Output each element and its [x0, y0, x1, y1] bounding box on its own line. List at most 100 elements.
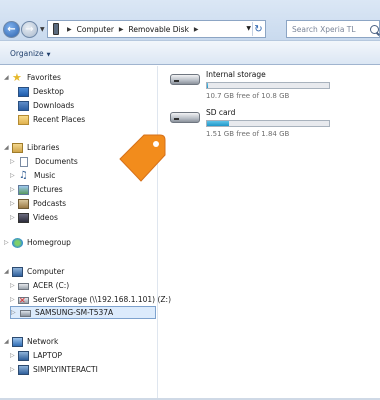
nav-label: Downloads: [33, 101, 75, 110]
chevron-down-icon: ▼: [46, 52, 51, 58]
collapse-arrow-icon[interactable]: ◢: [4, 338, 10, 345]
storage-usage-fill: [207, 121, 229, 126]
nav-label: Computer: [27, 267, 65, 276]
favorites-star-icon: ★: [12, 70, 22, 84]
device-icon: [53, 23, 59, 35]
podcasts-icon: [18, 198, 29, 209]
desktop-folder-icon: [18, 86, 29, 97]
storage-tile-sd-card[interactable]: SD card 1.51 GB free of 1.84 GB: [170, 108, 330, 138]
storage-usage-bar: [206, 82, 330, 89]
nav-label: Network: [27, 337, 59, 346]
expand-arrow-icon[interactable]: ▷: [10, 186, 16, 193]
nav-label: SAMSUNG-SM-T537A: [35, 308, 114, 317]
breadcrumb-computer[interactable]: Computer: [77, 25, 114, 34]
forward-arrow-icon: →: [25, 24, 34, 35]
documents-icon: [20, 156, 28, 167]
breadcrumb-removable-disk[interactable]: Removable Disk: [129, 25, 189, 34]
nav-item-podcasts[interactable]: ▷ Podcasts: [10, 197, 66, 210]
recent-places-icon: [18, 114, 29, 125]
nav-label: Homegroup: [27, 238, 71, 247]
network-icon: [12, 336, 23, 347]
expand-arrow-icon[interactable]: ▷: [10, 158, 16, 165]
storage-free-text: 10.7 GB free of 10.8 GB: [206, 92, 290, 100]
expand-arrow-icon[interactable]: ▷: [4, 239, 10, 246]
nav-item-music[interactable]: ▷ ♫ Music: [10, 169, 55, 182]
expand-arrow-icon[interactable]: ▷: [10, 172, 16, 179]
breadcrumb-separator-icon[interactable]: ▶: [194, 26, 199, 33]
expand-arrow-icon[interactable]: ▷: [10, 200, 16, 207]
nav-label: LAPTOP: [33, 351, 63, 360]
command-bar: Organize ▼: [0, 40, 380, 65]
expand-arrow-icon[interactable]: ▷: [11, 309, 17, 316]
pictures-icon: [18, 184, 29, 195]
nav-item-desktop[interactable]: Desktop: [18, 85, 64, 98]
storage-free-text: 1.51 GB free of 1.84 GB: [206, 130, 290, 138]
expand-arrow-icon[interactable]: ▷: [10, 366, 16, 373]
search-input[interactable]: [292, 24, 370, 34]
nav-computer[interactable]: ◢ Computer: [4, 265, 64, 278]
nav-libraries[interactable]: ◢ Libraries: [4, 141, 59, 154]
organize-label: Organize: [10, 49, 44, 58]
back-button[interactable]: ←: [3, 21, 20, 38]
disconnected-network-drive-icon: [18, 296, 29, 305]
forward-button[interactable]: →: [21, 21, 38, 38]
storage-usage-fill: [207, 83, 209, 88]
tag-pointer-icon: [119, 134, 166, 182]
search-box[interactable]: [286, 20, 380, 38]
nav-label: Music: [34, 171, 56, 180]
nav-item-pictures[interactable]: ▷ Pictures: [10, 183, 63, 196]
collapse-arrow-icon[interactable]: ◢: [4, 144, 10, 151]
hard-drive-icon: [18, 283, 29, 290]
collapse-arrow-icon[interactable]: ◢: [4, 268, 10, 275]
collapse-arrow-icon[interactable]: ◢: [4, 74, 10, 81]
expand-arrow-icon[interactable]: ▷: [10, 296, 16, 303]
nav-item-documents[interactable]: ▷ Documents: [10, 155, 78, 168]
storage-tile-internal[interactable]: Internal storage 10.7 GB free of 10.8 GB: [170, 70, 330, 100]
nav-label: Desktop: [33, 87, 64, 96]
nav-item-acer-c[interactable]: ▷ ACER (C:): [10, 279, 69, 292]
address-dropdown-icon[interactable]: ▼: [246, 25, 251, 32]
nav-item-laptop[interactable]: ▷ LAPTOP: [10, 349, 62, 362]
expand-arrow-icon[interactable]: ▷: [10, 282, 16, 289]
network-computer-icon: [18, 350, 29, 361]
nav-label: Favorites: [27, 73, 61, 82]
breadcrumb-separator-icon[interactable]: ▶: [119, 26, 124, 33]
libraries-icon: [12, 142, 23, 153]
refresh-icon[interactable]: ↻: [252, 22, 264, 36]
nav-label: SIMPLYINTERACTI: [33, 365, 98, 374]
nav-item-downloads[interactable]: Downloads: [18, 99, 74, 112]
music-note-icon: ♫: [19, 169, 28, 181]
nav-homegroup[interactable]: ▷ Homegroup: [4, 236, 71, 249]
breadcrumb-separator-icon[interactable]: ▶: [67, 26, 72, 33]
portable-device-icon: [20, 310, 31, 317]
back-arrow-icon: ←: [7, 24, 16, 35]
nav-label: Documents: [35, 157, 78, 166]
storage-usage-bar: [206, 120, 330, 127]
navigation-pane: ◢ ★ Favorites Desktop Downloads Recent P…: [0, 66, 171, 400]
nav-item-serverstorage[interactable]: ▷ ServerStorage (\\192.168.1.101) (Z:): [10, 293, 171, 306]
history-dropdown-icon[interactable]: ▼: [40, 26, 45, 33]
address-bar-area: ← → ▼ ▶ Computer ▶ Removable Disk ▶ ▼ ↻: [0, 0, 380, 40]
nav-item-videos[interactable]: ▷ Videos: [10, 211, 58, 224]
expand-arrow-icon[interactable]: ▷: [10, 352, 16, 359]
nav-item-recent-places[interactable]: Recent Places: [18, 113, 85, 126]
nav-label: Recent Places: [33, 115, 86, 124]
address-box[interactable]: ▶ Computer ▶ Removable Disk ▶ ▼ ↻: [47, 20, 266, 38]
expand-arrow-icon[interactable]: ▷: [10, 214, 16, 221]
nav-item-simplyinteracti[interactable]: ▷ SIMPLYINTERACTI: [10, 363, 98, 376]
nav-item-samsung-device[interactable]: ▷ SAMSUNG-SM-T537A: [10, 306, 156, 319]
nav-label: ServerStorage (\\192.168.1.101) (Z:): [33, 295, 171, 304]
nav-label: Pictures: [33, 185, 63, 194]
organize-button[interactable]: Organize ▼: [10, 49, 50, 58]
storage-name: SD card: [206, 108, 236, 117]
nav-label: Libraries: [27, 143, 60, 152]
homegroup-icon: [12, 237, 23, 248]
nav-label: Podcasts: [33, 199, 67, 208]
nav-network[interactable]: ◢ Network: [4, 335, 58, 348]
nav-label: Videos: [33, 213, 58, 222]
videos-icon: [18, 212, 29, 223]
search-icon[interactable]: [370, 24, 379, 34]
storage-name: Internal storage: [206, 70, 266, 79]
nav-favorites[interactable]: ◢ ★ Favorites: [4, 71, 61, 84]
drive-icon: [170, 108, 202, 124]
